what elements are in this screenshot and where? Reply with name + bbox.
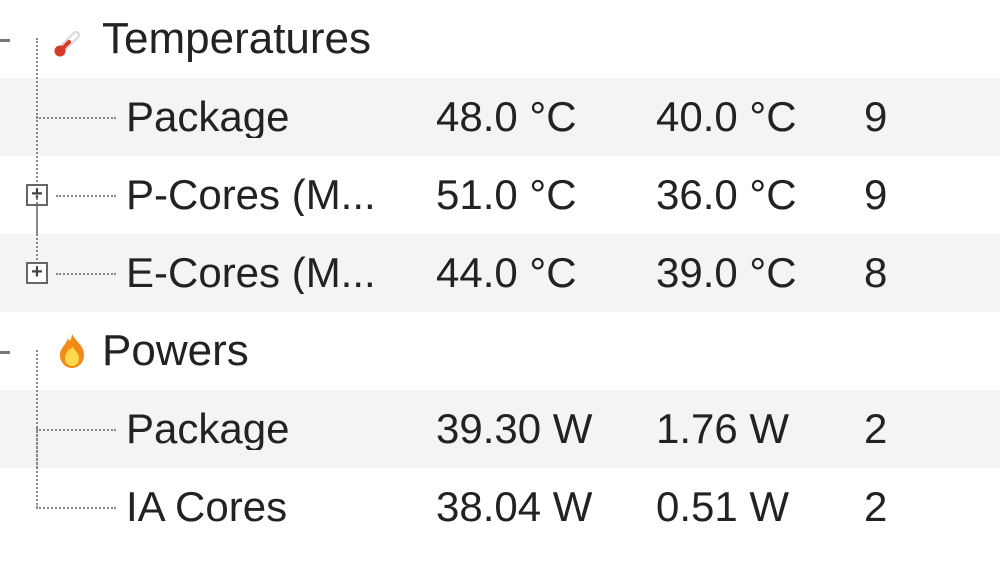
sensor-value-current: 51.0 °C: [436, 174, 656, 216]
tree-gutter: [0, 78, 126, 156]
sensor-value-current: 48.0 °C: [436, 96, 656, 138]
sensor-label: IA Cores: [126, 486, 436, 528]
sensor-label: P-Cores (M...: [126, 174, 436, 216]
tree-gutter: [0, 390, 126, 468]
sensor-value-current: 44.0 °C: [436, 252, 656, 294]
sensor-label: Package: [126, 408, 436, 450]
sensor-value-min: 39.0 °C: [656, 252, 864, 294]
thermometer-icon: [54, 22, 88, 56]
sensor-value-min: 36.0 °C: [656, 174, 864, 216]
expand-icon[interactable]: [26, 262, 48, 284]
sensor-value-min: 1.76 W: [656, 408, 864, 450]
sensor-row[interactable]: Package 48.0 °C 40.0 °C 9: [0, 78, 1000, 156]
sensor-value-current: 39.30 W: [436, 408, 656, 450]
tree-dash: [0, 39, 10, 42]
sensor-row[interactable]: IA Cores 38.04 W 0.51 W 2: [0, 468, 1000, 546]
sensor-value-min: 40.0 °C: [656, 96, 864, 138]
flame-icon: [56, 332, 88, 370]
sensor-value-max: 2: [864, 408, 1000, 450]
sensor-row[interactable]: E-Cores (M... 44.0 °C 39.0 °C 8: [0, 234, 1000, 312]
tree-gutter: [0, 156, 126, 234]
tree-dash: [0, 351, 10, 354]
sensor-label: E-Cores (M...: [126, 252, 436, 294]
sensor-row[interactable]: Package 39.30 W 1.76 W 2: [0, 390, 1000, 468]
group-header-temperatures[interactable]: Temperatures: [0, 0, 1000, 78]
tree-gutter: [0, 234, 126, 312]
tree-gutter: [0, 468, 126, 546]
sensor-value-max: 2: [864, 486, 1000, 528]
sensor-value-max: 8: [864, 252, 1000, 294]
group-header-powers[interactable]: Powers: [0, 312, 1000, 390]
sensor-tree: Temperatures Package 48.0 °C 40.0 °C 9 P…: [0, 0, 1000, 562]
sensor-row[interactable]: P-Cores (M... 51.0 °C 36.0 °C 9: [0, 156, 1000, 234]
sensor-value-max: 9: [864, 96, 1000, 138]
sensor-value-min: 0.51 W: [656, 486, 864, 528]
sensor-label: Package: [126, 96, 436, 138]
group-title: Temperatures: [102, 17, 371, 61]
group-icon-wrap: [0, 312, 102, 390]
group-title: Powers: [102, 329, 249, 373]
sensor-value-max: 9: [864, 174, 1000, 216]
sensor-value-current: 38.04 W: [436, 486, 656, 528]
group-icon-wrap: [0, 0, 102, 78]
